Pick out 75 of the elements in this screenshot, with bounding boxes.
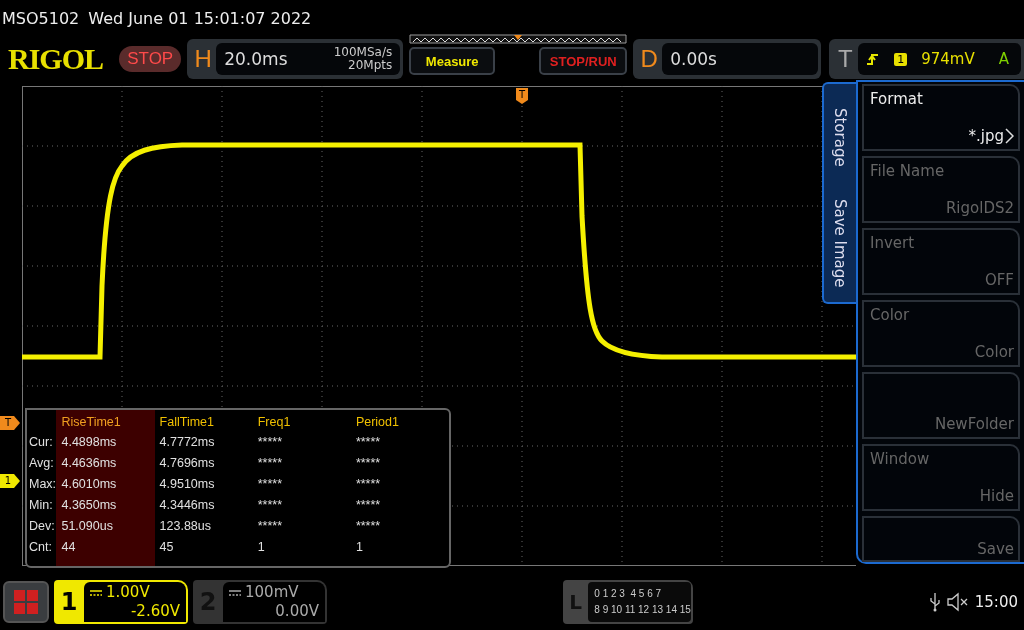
table-cell-text: 1 (355, 539, 364, 556)
table-cell-text: ***** (257, 434, 284, 451)
vertical-scale: 100mV (245, 583, 299, 602)
row-label: Avg: (29, 455, 55, 472)
selected-column[interactable]: RiseTime1 4.4898ms 4.4636ms 4.6010ms 4.3650ms 51.090us 44 (56, 410, 155, 566)
dc-coupling-icon (90, 588, 102, 597)
usb-icon (928, 592, 941, 612)
speaker-muted-icon (945, 592, 970, 612)
sample-rate: 100MSa/s (333, 46, 393, 59)
column-header[interactable]: RiseTime1 (61, 410, 155, 432)
four-squares-icon (13, 589, 39, 615)
table-cell-text: ***** (355, 455, 382, 472)
table-cell-text: 51.090us (61, 518, 114, 535)
stop-run-button[interactable]: STOP/RUN (539, 47, 628, 75)
memory-depth: 20Mpts (348, 59, 393, 72)
dc-coupling-icon (229, 588, 241, 597)
table-cell-text: 4.3650ms (61, 497, 118, 514)
logic-channel-numbers: 0 1 2 3 4 5 6 7 (594, 587, 663, 601)
model-name: MSO5102 (2, 8, 80, 28)
trigger-level-marker[interactable]: T (0, 416, 20, 430)
table-cell-text: 123.88us (159, 518, 213, 535)
column-header[interactable]: FallTime1 (159, 410, 253, 432)
row-label: Min: (29, 497, 54, 514)
table-cell-text: ***** (355, 434, 382, 451)
table-cell-text: 45 (159, 539, 175, 556)
table-cell-text: ***** (257, 518, 284, 535)
row-label: Dev: (29, 518, 56, 535)
menu-button[interactable] (3, 581, 49, 623)
measure-button[interactable]: Measure (409, 47, 496, 75)
table-cell-text: ***** (355, 476, 382, 493)
channel-marker[interactable]: 1 (0, 474, 20, 488)
column-header[interactable]: Freq1 (257, 410, 351, 432)
delay-panel[interactable]: D 0.00s (633, 39, 822, 79)
table-cell-text: 4.7772ms (159, 434, 216, 451)
row-label: Cnt: (29, 539, 53, 556)
row-label: Max: (29, 476, 57, 493)
menu-tab[interactable]: Storage (824, 84, 856, 190)
table-cell-text: 4.6010ms (61, 476, 118, 493)
channel-panel[interactable]: 1 1.00V -2.60V (54, 580, 188, 624)
date-time: Wed June 01 15:01:07 2022 (88, 8, 312, 28)
clock: 15:00 (974, 593, 1018, 611)
row-label: Cur: (29, 434, 54, 451)
trigger-source-badge: 1 (894, 52, 908, 66)
trigger-panel[interactable]: T 1 974mV A (829, 39, 1024, 79)
column-header[interactable]: Period1 (355, 410, 449, 432)
table-cell-text: 4.9510ms (159, 476, 216, 493)
table-cell-text: ***** (355, 518, 382, 535)
table-cell-text: ***** (355, 497, 382, 514)
table-cell-text: ***** (257, 455, 284, 472)
horizontal-panel[interactable]: H 20.0ms 100MSa/s 20Mpts (187, 39, 404, 79)
vertical-offset: -2.60V (129, 602, 180, 621)
vertical-offset: 0.00V (274, 602, 319, 621)
table-cell-text: 44 (61, 539, 77, 556)
trigger-position-marker[interactable]: T (516, 88, 528, 104)
delay-value: 0.00s (670, 49, 717, 69)
logo: RIGOL (8, 42, 105, 76)
vertical-scale: 1.00V (106, 583, 150, 602)
horizontal-key: H (190, 45, 217, 73)
table-cell-text: 4.3446ms (159, 497, 216, 514)
delay-key: D (636, 45, 663, 73)
timebase: 20.0ms (224, 49, 288, 69)
logic-channel-numbers: 8 9 10 11 12 13 14 15 (594, 603, 691, 617)
trigger-key: T (832, 45, 859, 73)
table-cell-text: 4.4636ms (61, 455, 118, 472)
table-cell-text: 4.4898ms (61, 434, 118, 451)
table-cell-text: ***** (257, 476, 284, 493)
trigger-level: 974mV (921, 50, 975, 68)
table-cell-text: ***** (257, 497, 284, 514)
table-cell-text: 1 (257, 539, 266, 556)
menu-tab[interactable]: Save Image (824, 190, 856, 296)
table-cell-text: 4.7696ms (159, 455, 216, 472)
softkey[interactable]: Format *.jpg (862, 84, 1020, 151)
rising-edge-icon (866, 52, 881, 66)
run-state-badge: STOP (119, 46, 182, 72)
trigger-mode: A (998, 50, 1009, 68)
